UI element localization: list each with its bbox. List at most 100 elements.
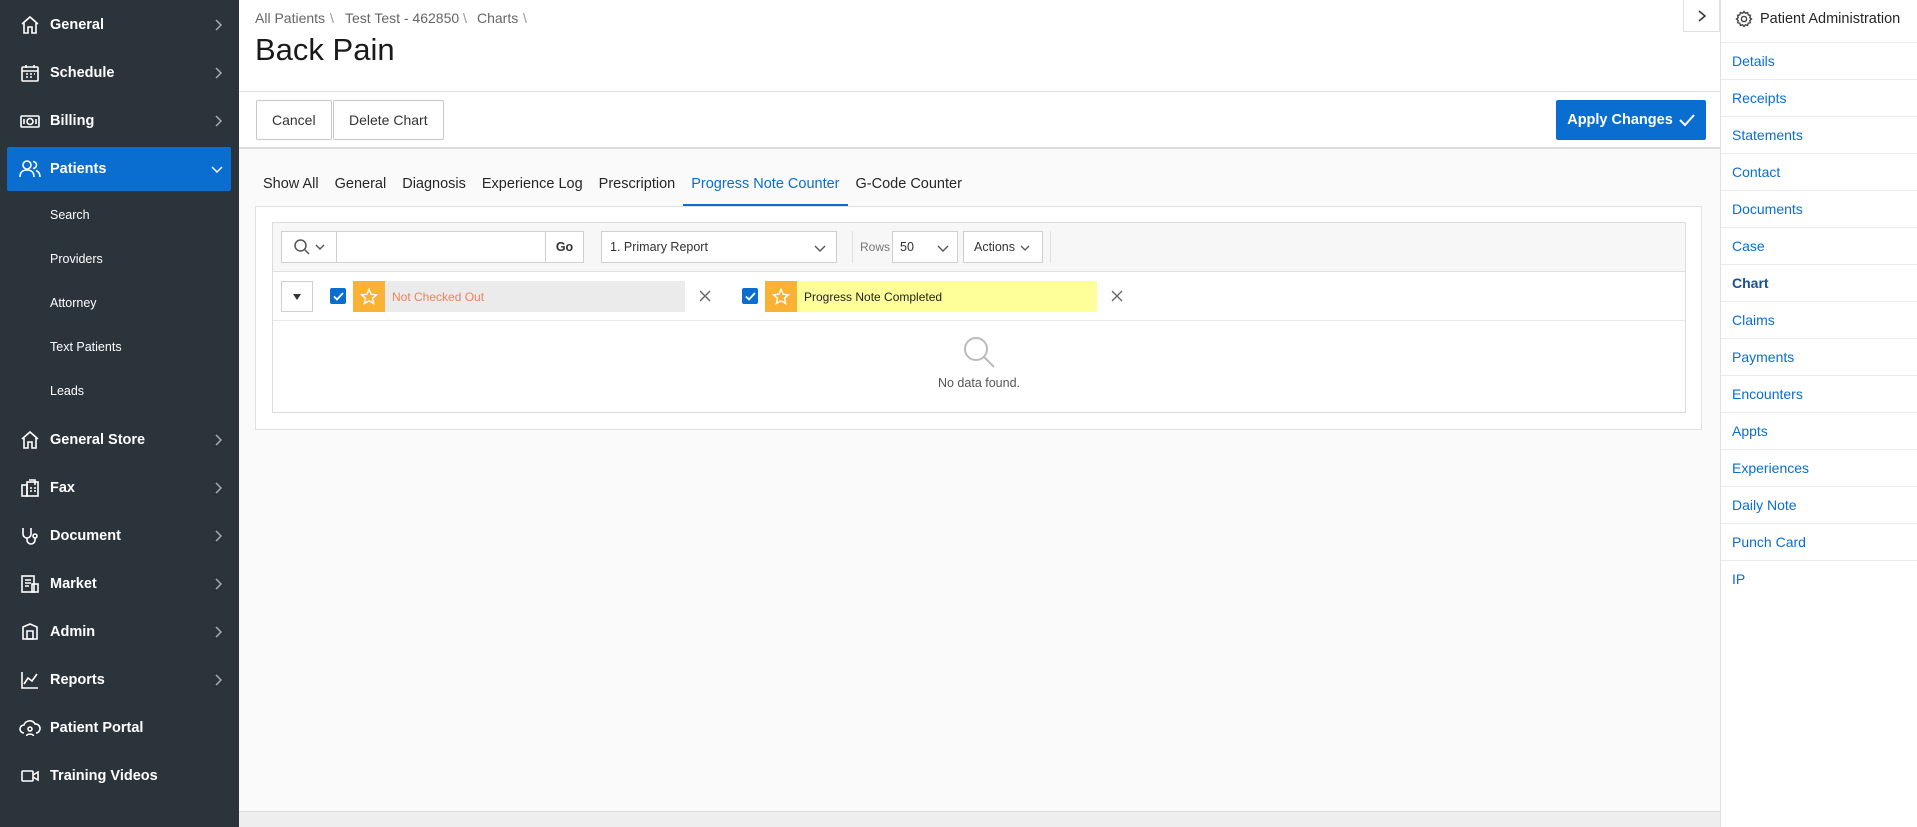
patient-administration-panel: Patient Administration Details Receipts …: [1720, 0, 1917, 827]
chevron-right-icon: [215, 19, 223, 31]
apply-changes-label: Apply Changes: [1567, 112, 1673, 128]
panel-link-encounters[interactable]: Encounters: [1721, 375, 1917, 412]
check-icon: [1679, 114, 1695, 127]
panel-link-statements[interactable]: Statements: [1721, 116, 1917, 153]
caret-down-icon: [293, 293, 301, 300]
nav-item-label: Training Videos: [50, 768, 158, 784]
left-navigation: General Schedule Billing Patients Search…: [0, 0, 239, 827]
nav-item-admin[interactable]: Admin: [0, 610, 239, 654]
go-button[interactable]: Go: [545, 231, 584, 263]
star-icon: [765, 281, 797, 312]
chevron-right-icon: [215, 674, 223, 686]
nav-item-label: Document: [50, 528, 121, 544]
nav-item-label: Reports: [50, 672, 105, 688]
panel-link-experiences[interactable]: Experiences: [1721, 449, 1917, 486]
tab-show-all[interactable]: Show All: [255, 170, 327, 206]
filter-checkbox[interactable]: [742, 288, 758, 304]
panel-link-case[interactable]: Case: [1721, 227, 1917, 264]
chevron-right-icon: [215, 67, 223, 79]
home-icon: [18, 13, 42, 37]
report-search-input[interactable]: [336, 231, 546, 263]
close-icon[interactable]: [1110, 289, 1124, 303]
nav-subitem-leads[interactable]: Leads: [50, 384, 84, 398]
tab-prescription[interactable]: Prescription: [591, 170, 684, 206]
nav-item-billing[interactable]: Billing: [0, 99, 239, 143]
breadcrumb-charts[interactable]: Charts: [477, 10, 518, 26]
breadcrumb-separator: \: [523, 10, 527, 26]
panel-link-contact[interactable]: Contact: [1721, 153, 1917, 190]
panel-link-payments[interactable]: Payments: [1721, 338, 1917, 375]
chevron-down-icon: [211, 166, 223, 174]
cancel-button[interactable]: Cancel: [256, 100, 332, 140]
rows-select-value: 50: [900, 240, 914, 254]
panel-link-details[interactable]: Details: [1721, 42, 1917, 79]
chart-line-icon: [18, 668, 42, 692]
close-icon[interactable]: [698, 289, 712, 303]
video-icon: [18, 764, 42, 788]
nav-subitem-providers[interactable]: Providers: [50, 252, 103, 266]
filters-toggle-button[interactable]: [281, 281, 313, 312]
nav-item-training-videos[interactable]: Training Videos: [0, 754, 239, 798]
panel-link-appts[interactable]: Appts: [1721, 412, 1917, 449]
panel-link-daily-note[interactable]: Daily Note: [1721, 486, 1917, 523]
nav-subitem-search[interactable]: Search: [50, 208, 90, 222]
stethoscope-icon: [18, 524, 42, 548]
nav-item-label: Schedule: [50, 65, 115, 81]
nav-item-fax[interactable]: Fax: [0, 466, 239, 510]
panel-link-claims[interactable]: Claims: [1721, 301, 1917, 338]
filter-chip-not-checked-out[interactable]: Not Checked Out: [385, 281, 685, 312]
nav-item-label: Market: [50, 576, 97, 592]
nav-subitem-text-patients[interactable]: Text Patients: [50, 340, 122, 354]
nav-item-general-store[interactable]: General Store: [0, 418, 239, 462]
nav-item-patients[interactable]: Patients: [7, 147, 231, 191]
chevron-right-icon: [215, 626, 223, 638]
tab-general[interactable]: General: [327, 170, 395, 206]
admin-icon: [18, 620, 42, 644]
filter-checkbox[interactable]: [330, 288, 346, 304]
nav-item-reports[interactable]: Reports: [0, 658, 239, 702]
page-header: All Patients \ Test Test - 462850 \ Char…: [239, 0, 1720, 92]
nav-item-document[interactable]: Document: [0, 514, 239, 558]
tab-experience-log[interactable]: Experience Log: [474, 170, 591, 206]
tab-g-code-counter[interactable]: G-Code Counter: [848, 170, 970, 206]
panel-link-documents[interactable]: Documents: [1721, 190, 1917, 227]
panel-link-chart[interactable]: Chart: [1721, 264, 1917, 301]
delete-chart-button[interactable]: Delete Chart: [333, 100, 444, 140]
main-content: All Patients \ Test Test - 462850 \ Char…: [239, 0, 1720, 827]
nav-subitem-attorney[interactable]: Attorney: [50, 296, 97, 310]
tab-diagnosis[interactable]: Diagnosis: [394, 170, 474, 206]
chevron-down-icon: [1020, 245, 1030, 251]
apply-changes-button[interactable]: Apply Changes: [1556, 100, 1706, 140]
rows-label: Rows: [860, 240, 891, 254]
filter-chip-progress-note-completed[interactable]: Progress Note Completed: [797, 281, 1097, 312]
collapse-panel-button[interactable]: [1683, 0, 1720, 32]
chart-tabs: Show All General Diagnosis Experience Lo…: [255, 170, 970, 206]
breadcrumb-patient[interactable]: Test Test - 462850: [345, 10, 459, 26]
breadcrumb-all-patients[interactable]: All Patients: [255, 10, 325, 26]
tab-progress-note-counter[interactable]: Progress Note Counter: [683, 170, 848, 206]
star-icon: [353, 281, 385, 312]
chevron-right-icon: [215, 530, 223, 542]
panel-link-punch-card[interactable]: Punch Card: [1721, 523, 1917, 560]
nav-item-label: Admin: [50, 624, 96, 640]
nav-item-label: Billing: [50, 113, 95, 129]
button-toolbar: Cancel Delete Chart Apply Changes: [239, 92, 1720, 149]
nav-item-schedule[interactable]: Schedule: [0, 51, 239, 95]
nav-item-market[interactable]: Market: [0, 562, 239, 606]
breadcrumb-separator: \: [463, 10, 467, 26]
divider: [852, 231, 853, 263]
report-select[interactable]: 1. Primary Report: [601, 231, 837, 263]
no-data-message: No data found.: [937, 376, 1020, 390]
check-icon: [744, 291, 756, 301]
panel-link-ip[interactable]: IP: [1721, 560, 1917, 597]
nav-item-general[interactable]: General: [0, 3, 239, 47]
nav-item-patient-portal[interactable]: Patient Portal: [0, 706, 239, 750]
actions-menu-button[interactable]: Actions: [963, 231, 1043, 263]
chevron-down-icon: [315, 244, 325, 250]
no-data-panel: No data found.: [273, 322, 1685, 412]
search-column-button[interactable]: [281, 231, 337, 263]
report-search-bar: Go 1. Primary Report Rows 50 Actions: [273, 223, 1685, 272]
store-icon: [18, 428, 42, 452]
rows-select[interactable]: 50: [892, 231, 958, 263]
panel-link-receipts[interactable]: Receipts: [1721, 79, 1917, 116]
